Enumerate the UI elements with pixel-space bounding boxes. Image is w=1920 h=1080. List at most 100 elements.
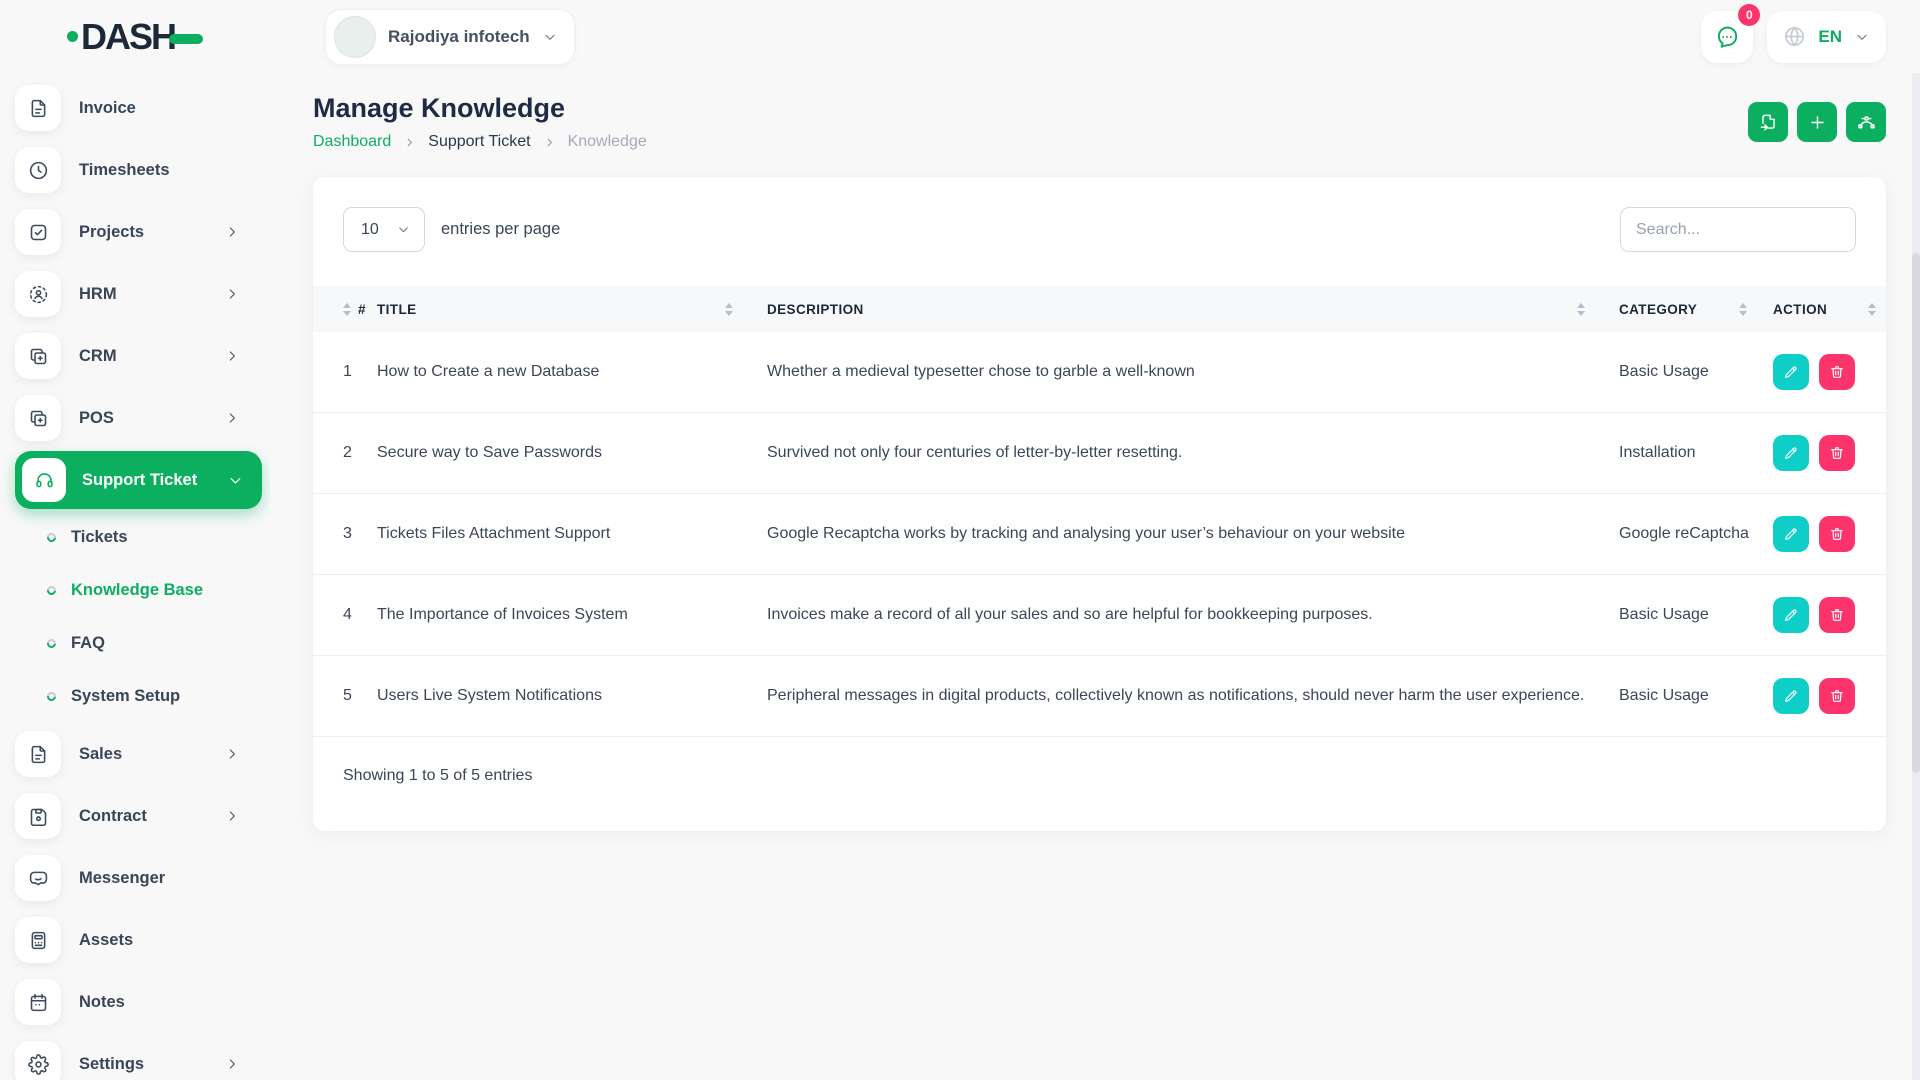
chevron-right-icon [403,136,416,149]
sidebar-subitem-system-setup[interactable]: System Setup [15,670,270,723]
chevron-right-icon [224,224,240,240]
sidebar-subitem-faq[interactable]: FAQ [15,617,270,670]
headset-icon [22,458,66,502]
user-icon [342,24,368,50]
calculator-icon [15,917,61,963]
sidebar-item-label: Notes [79,992,125,1011]
category-button[interactable] [1846,102,1886,142]
column-header-number[interactable]: # [313,286,377,332]
row-number: 4 [313,574,377,656]
pencil-icon [1785,447,1797,459]
chat-badge: 0 [1738,3,1761,26]
sidebar-item-support-ticket[interactable]: Support Ticket [15,451,262,509]
sidebar-item-projects[interactable]: Projects [15,201,270,263]
sidebar-item-timesheets[interactable]: Timesheets [15,139,270,201]
table-row: 1 How to Create a new Database Whether a… [313,332,1886,413]
search-input[interactable] [1620,207,1856,252]
chat-bubble-icon [1718,26,1738,48]
edit-button[interactable] [1773,678,1809,714]
table-row: 4 The Importance of Invoices System Invo… [313,574,1886,656]
copy-plus-icon [15,333,61,379]
sidebar-item-messenger[interactable]: Messenger [15,847,270,909]
language-selector[interactable]: EN [1767,10,1886,63]
table-row: 2 Secure way to Save Passwords Survived … [313,412,1886,494]
row-category: Google reCaptcha [1619,493,1773,575]
create-button[interactable] [1797,102,1837,142]
chat-button[interactable]: 0 [1701,3,1761,63]
row-number: 5 [313,655,377,737]
delete-button[interactable] [1819,678,1855,714]
bullet-icon [45,584,58,597]
delete-button[interactable] [1819,597,1855,633]
delete-button[interactable] [1819,354,1855,390]
breadcrumb-dashboard[interactable]: Dashboard [313,133,391,151]
company-selector[interactable]: Rajodiya infotech [325,8,575,65]
sidebar-item-contract[interactable]: Contract [15,785,270,847]
entries-per-page-label: entries per page [441,220,561,238]
header-actions: 0 EN [1701,3,1886,63]
logo[interactable]: DASH [0,16,270,58]
sidebar: Invoice Timesheets Projects HRM CRM POS … [0,73,270,1080]
scrollbar[interactable] [1912,73,1920,1080]
invoice-icon [15,85,61,131]
sidebar-item-label: Sales [79,744,123,763]
chevron-right-icon [224,808,240,824]
pencil-icon [1785,366,1797,378]
sidebar-item-settings[interactable]: Settings [15,1033,270,1080]
delete-button[interactable] [1819,516,1855,552]
sidebar-subitem-label: Tickets [71,528,128,546]
chevron-down-icon [396,222,411,237]
row-title: Users Live System Notifications [377,655,767,737]
user-scan-icon [15,271,61,317]
calendar-icon [15,979,61,1025]
sidebar-item-assets[interactable]: Assets [15,909,270,971]
table-header-row: # TITLE DESCRIPTION CATEGORY ACTION [313,286,1886,332]
trash-icon [1831,447,1843,459]
bullet-icon [45,690,58,703]
sidebar-item-label: Assets [79,930,134,949]
row-description: Google Recaptcha works by tracking and a… [767,493,1619,575]
sidebar-subitem-label: System Setup [71,687,181,705]
edit-button[interactable] [1773,516,1809,552]
row-description: Invoices make a record of all your sales… [767,574,1619,656]
sidebar-item-hrm[interactable]: HRM [15,263,270,325]
column-header-description[interactable]: DESCRIPTION [767,286,1619,332]
sidebar-item-label: Contract [79,806,147,825]
sidebar-item-invoice[interactable]: Invoice [15,77,270,139]
sidebar-item-notes[interactable]: Notes [15,971,270,1033]
plus-icon [1810,115,1824,129]
checkbox-icon [15,209,61,255]
knowledge-table: # TITLE DESCRIPTION CATEGORY ACTION 1 Ho… [313,286,1886,737]
entries-per-page-select[interactable]: 10 [343,207,425,252]
edit-button[interactable] [1773,597,1809,633]
column-header-title[interactable]: TITLE [377,286,767,332]
sidebar-item-label: HRM [79,284,117,303]
row-category: Basic Usage [1619,574,1773,656]
edit-button[interactable] [1773,354,1809,390]
entries-per-page-value: 10 [361,220,379,238]
sidebar-subitem-knowledge-base[interactable]: Knowledge Base [15,564,270,617]
pencil-icon [1785,528,1797,540]
sidebar-item-sales[interactable]: Sales [15,723,270,785]
column-header-action[interactable]: ACTION [1773,286,1886,332]
row-title: How to Create a new Database [377,332,767,413]
sort-icon [1577,302,1585,316]
breadcrumb-support-ticket[interactable]: Support Ticket [428,133,530,151]
sidebar-item-pos[interactable]: POS [15,387,270,449]
edit-button[interactable] [1773,435,1809,471]
floppy-icon [15,793,61,839]
logo-dash-icon [169,33,203,44]
chevron-right-icon [224,746,240,762]
chevron-right-icon [224,286,240,302]
delete-button[interactable] [1819,435,1855,471]
sidebar-item-crm[interactable]: CRM [15,325,270,387]
scrollbar-thumb[interactable] [1912,253,1920,773]
logo-dot-icon [66,31,78,42]
column-header-category[interactable]: CATEGORY [1619,286,1773,332]
sidebar-item-label: Settings [79,1054,145,1073]
vector-bezier-icon [1857,115,1875,128]
row-title: Tickets Files Attachment Support [377,493,767,575]
export-button[interactable] [1748,102,1788,142]
top-header: DASH Rajodiya infotech 0 EN [0,0,1920,73]
sidebar-subitem-tickets[interactable]: Tickets [15,511,270,564]
